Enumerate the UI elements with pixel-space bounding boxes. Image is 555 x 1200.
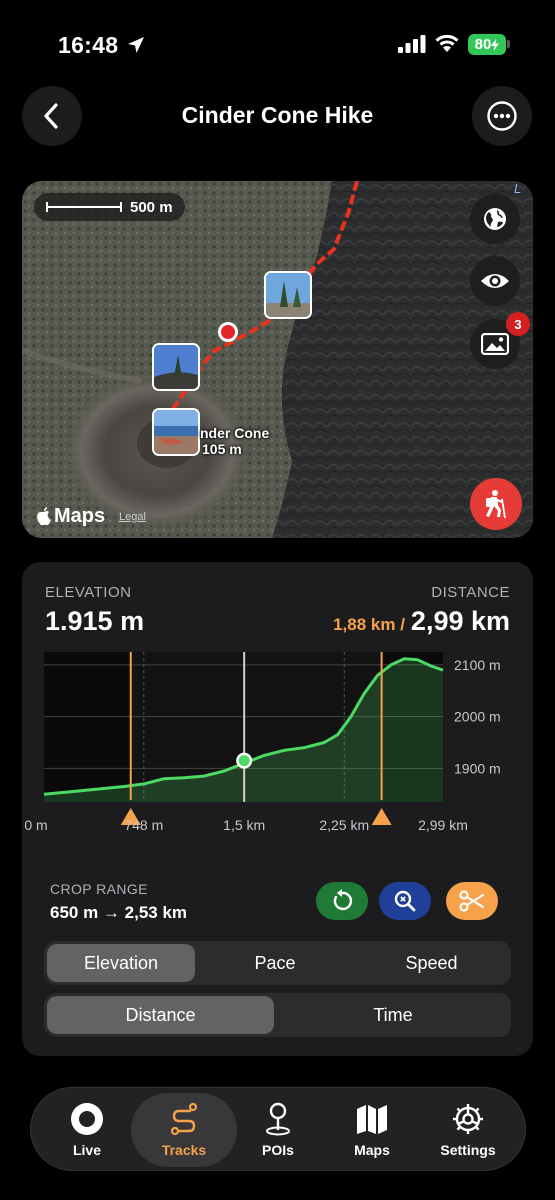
crop-range-label: CROP RANGE [50, 881, 148, 897]
visibility-button[interactable] [470, 256, 520, 306]
cellular-signal-icon [398, 35, 426, 53]
elevation-value: 1.915 m [45, 606, 145, 636]
elevation-profile-card: ELEVATION 1.915 m DISTANCE 1,88 km / 2,9… [22, 562, 533, 1056]
metric-segmented-control: Elevation Pace Speed [44, 941, 511, 985]
scale-label: 500 m [130, 198, 173, 216]
hiker-icon [486, 490, 506, 519]
map-style-button[interactable] [470, 194, 520, 244]
gear-icon [453, 1104, 483, 1134]
page-title: Cinder Cone Hike [181, 102, 374, 128]
scissors-icon [459, 890, 485, 912]
tab-live[interactable]: Live [41, 1088, 133, 1172]
tab-elevation[interactable]: Elevation [47, 944, 195, 982]
crop-track-button[interactable] [446, 882, 498, 920]
tab-bar: Live Tracks POIs Maps Settings [30, 1087, 526, 1171]
elevation-label: ELEVATION [45, 584, 132, 601]
route-icon [170, 1102, 198, 1136]
photo-thumbnail-trees [266, 273, 310, 317]
axis-segmented-control: Distance Time [44, 993, 511, 1037]
crop-range-value: 650 m → 2,53 km [50, 903, 188, 922]
legal-link[interactable]: Legal [119, 511, 146, 523]
eye-icon [481, 274, 509, 288]
more-options-button[interactable] [472, 86, 532, 146]
battery-indicator: 80 [468, 34, 506, 55]
scale-bar [46, 202, 122, 212]
tab-pois-label: POIs [262, 1142, 294, 1158]
battery-level: 80 [474, 36, 492, 53]
tab-settings-label: Settings [440, 1142, 496, 1158]
photo-thumbnail-lake [154, 410, 198, 454]
pin-icon [266, 1102, 290, 1136]
photo-count-badge: 3 [506, 312, 530, 336]
tab-maps[interactable]: Maps [325, 1088, 419, 1172]
tab-maps-label: Maps [354, 1142, 390, 1158]
x-tick-label: 2,99 km [418, 817, 468, 833]
photo-thumbnail-ridge [154, 345, 198, 389]
tab-time[interactable]: Time [278, 996, 508, 1034]
chevron-left-icon [44, 103, 58, 129]
photo-pin[interactable] [264, 271, 312, 319]
tab-tracks-label: Tracks [161, 1142, 207, 1158]
zoom-to-crop-button[interactable] [379, 882, 431, 920]
photo-pin[interactable] [152, 343, 200, 391]
map-satellite-terrain [22, 181, 533, 538]
track-map[interactable]: 500 m L nder Cone 105 m 3 Maps Legal [22, 181, 533, 538]
location-arrow-icon [128, 37, 144, 53]
map-place-label: nder Cone 105 m [200, 425, 269, 457]
elevation-chart[interactable]: 2100 m 2000 m 1900 m 0 m 748 m 1,5 km 2,25 km 2… [22, 642, 533, 842]
tab-settings[interactable]: Settings [419, 1088, 517, 1172]
globe-icon [484, 208, 506, 230]
record-icon [71, 1103, 103, 1135]
distance-label: DISTANCE [431, 584, 510, 601]
zoom-icon [394, 890, 416, 912]
tab-tracks[interactable]: Tracks [137, 1088, 231, 1172]
status-bar: 16:48 80 [0, 0, 555, 80]
y-tick-label: 1900 m [454, 760, 501, 776]
x-tick-label: 1,5 km [223, 817, 265, 833]
y-tick-label: 2000 m [454, 709, 501, 725]
crop-excluded-left [44, 652, 131, 802]
distance-total: 2,99 km [410, 606, 510, 636]
tab-pace[interactable]: Pace [199, 944, 351, 982]
wifi-icon [435, 34, 459, 52]
tab-speed[interactable]: Speed [355, 944, 508, 982]
photo-icon [481, 333, 509, 355]
place-name: nder Cone [200, 425, 270, 441]
x-tick-label: 748 m [124, 817, 163, 833]
apple-logo-icon [37, 507, 51, 526]
ellipsis-circle-icon [487, 101, 517, 131]
distance-value: 1,88 km / 2,99 km [333, 606, 510, 637]
x-tick-label: 2,25 km [319, 817, 369, 833]
x-tick-label: 0 m [24, 817, 47, 833]
apple-maps-attribution: Maps [36, 505, 105, 528]
charging-bolt-icon [491, 38, 500, 51]
cursor-point [238, 755, 250, 767]
tab-distance[interactable]: Distance [47, 996, 274, 1034]
y-tick-label: 2100 m [454, 657, 501, 673]
distance-partial: 1,88 km / [333, 615, 405, 634]
reset-crop-button[interactable] [316, 882, 368, 920]
reset-icon [333, 889, 353, 911]
status-time: 16:48 [58, 32, 119, 58]
photo-pin[interactable] [152, 408, 200, 456]
map-icon [357, 1105, 387, 1134]
back-button[interactable] [22, 86, 82, 146]
battery-cap [507, 40, 510, 48]
tab-live-label: Live [72, 1142, 101, 1158]
maps-attribution-text: Maps [54, 505, 106, 527]
map-scale: 500 m [34, 193, 185, 221]
map-corner-label: L [514, 181, 522, 196]
place-elevation: 105 m [202, 441, 242, 457]
tab-pois[interactable]: POIs [231, 1088, 325, 1172]
activity-type-button[interactable] [470, 478, 522, 530]
crop-end-handle [371, 808, 392, 825]
